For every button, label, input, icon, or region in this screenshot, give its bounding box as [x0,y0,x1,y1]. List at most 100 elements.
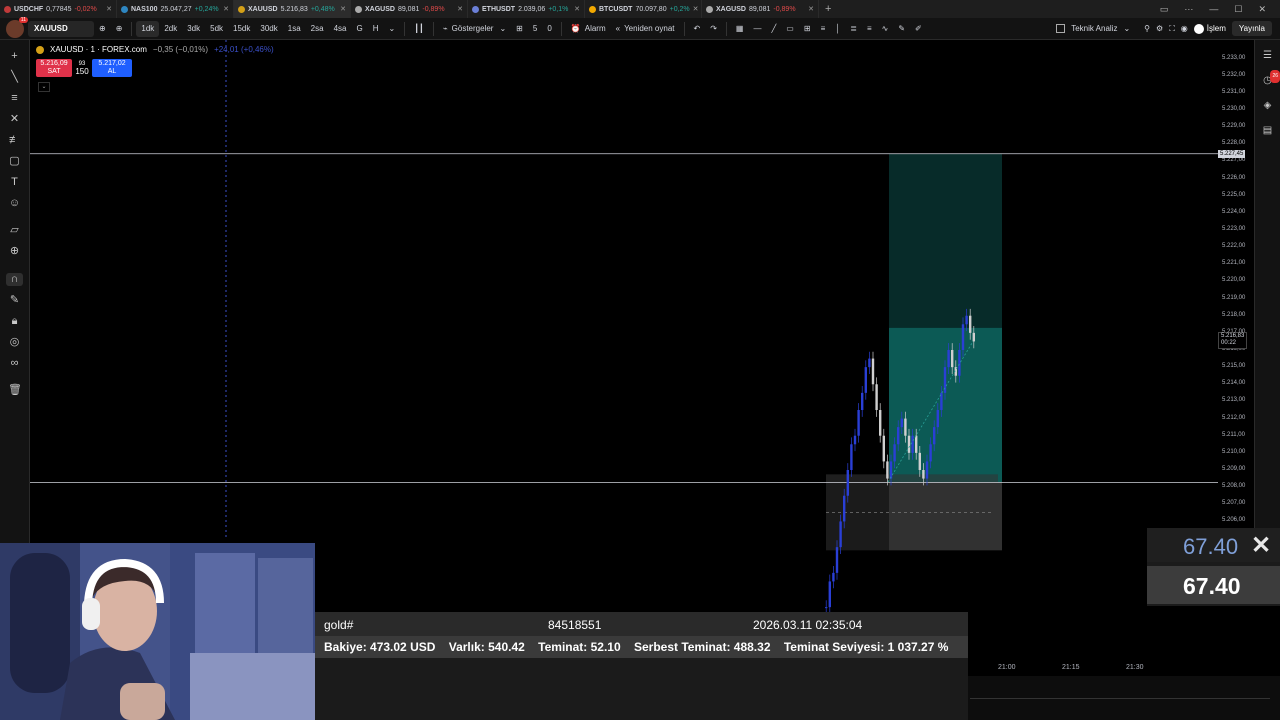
close-icon[interactable]: ✕ [223,5,229,13]
text-tool-icon[interactable]: T [8,176,21,189]
vertical-line-icon[interactable]: │ [830,18,845,40]
chevron-down-icon[interactable]: ⌄ [1123,24,1130,33]
tab-5[interactable]: BTCUSDT 70.097,80 +0,2% ✕ [585,0,702,18]
candle-body [850,444,853,470]
candle-body [832,572,835,582]
close-icon[interactable]: ✕ [693,5,699,13]
crosshair-icon[interactable]: + [8,50,21,63]
symbol-search[interactable]: XAUUSD [28,20,94,37]
close-icon[interactable]: ✕ [340,5,346,13]
time-axis[interactable]: 21:00 21:15 21:30 [968,660,1218,676]
emoji-tool-icon[interactable]: ☺ [8,197,21,210]
lines-icon[interactable]: ≡ [816,18,831,40]
tab-2[interactable]: XAUUSD 5.216,83 +0,48% ✕ [234,0,351,18]
fib-tool-icon[interactable]: ≡ [8,92,21,105]
trade-button[interactable]: İşlem [1193,23,1226,34]
timeframe-5[interactable]: 30dk [255,18,282,40]
sell-button[interactable]: 5.216,09 SAT [36,59,72,77]
eye-icon[interactable]: ◎ [8,336,21,349]
draw-mode-icon[interactable]: ✎ [8,294,21,307]
maximize-button[interactable]: ☐ [1234,4,1242,15]
fib-icon[interactable]: ≣ [845,18,862,40]
indicators-button[interactable]: ⌁ Göstergeler ⌄ [438,18,511,40]
compare-icon[interactable]: ⊕ [94,18,111,40]
pattern-tool-icon[interactable]: ✕ [8,113,21,126]
timeframe-10[interactable]: H [368,18,384,40]
candle-type-icon[interactable]: ┃┃ [409,18,429,40]
replay-button[interactable]: « Yeniden oynat [611,18,680,40]
buy-button[interactable]: 5.217,02 AL [92,59,132,77]
chevron-down-icon[interactable]: ⌄ [38,82,50,92]
alerts-icon[interactable]: ◷ 26 [1261,70,1280,87]
layout-grid-icon[interactable]: ⊞ [799,18,816,40]
chat-icon[interactable]: ▤ [1261,124,1274,137]
gear-icon[interactable]: ⚙ [1156,24,1163,33]
timeframe-4[interactable]: 15dk [228,18,255,40]
close-icon[interactable]: ✕ [808,5,814,13]
link-icon[interactable]: ∞ [8,357,21,370]
pen-icon[interactable]: ✐ [910,18,927,40]
ruler-icon[interactable]: ▱ [8,224,21,237]
chevron-down-icon[interactable]: ⌄ [383,18,400,40]
timeframe-7[interactable]: 2sa [306,18,329,40]
tab-1[interactable]: NAS100 25.047,27 +0,24% ✕ [117,0,234,18]
trend-line-tool-icon[interactable]: ╲ [8,71,21,84]
undo-icon[interactable]: ↶ [689,18,706,40]
forecast-tool-icon[interactable]: ≢ [8,134,21,147]
redo-icon[interactable]: ↷ [705,18,722,40]
checkbox-icon[interactable] [1056,24,1066,33]
tab-6[interactable]: XAGUSD 89,081 -0,89% ✕ [702,0,819,18]
tab-4[interactable]: ETHUSDT 2.039,06 +0,1% ✕ [468,0,585,18]
close-icon[interactable]: ✕ [574,5,580,13]
camera-icon[interactable]: ◉ [1181,24,1188,33]
layout-icon[interactable]: ▭ [1160,4,1169,15]
alarm-button[interactable]: ⏰ Alarm [566,18,611,40]
timeframe-2[interactable]: 3dk [182,18,205,40]
lock-icon[interactable]: 🔒︎ [8,315,21,328]
grid-icon[interactable]: ▦ [731,18,749,40]
timeframe-8[interactable]: 4sa [329,18,352,40]
shape-tool-icon[interactable]: ▢ [8,155,21,168]
close-icon[interactable]: ✕ [106,5,112,13]
avatar[interactable]: 11 [6,16,28,38]
magnet-icon[interactable]: ∩ [6,273,23,286]
counter-a[interactable]: 5 [528,18,542,40]
close-window-button[interactable]: ✕ [1258,4,1266,15]
pitchfork-icon[interactable]: ≡ [862,18,877,40]
trash-icon[interactable]: 🗑︎ [8,384,22,397]
timeframe-0[interactable]: 1dk [136,20,160,37]
tab-3[interactable]: XAGUSD 89,081 -0,89% ✕ [351,0,468,18]
templates-icon[interactable]: ⊞ [511,18,528,40]
timeframe-3[interactable]: 5dk [205,18,228,40]
trend-line-icon[interactable]: ╱ [766,18,781,40]
close-position-icon[interactable]: ✕ [1251,531,1271,560]
timeframe-9[interactable]: G [351,18,367,40]
layers-icon[interactable]: ◈ [1261,99,1274,112]
close-icon[interactable]: ✕ [457,5,463,13]
technical-analysis-label[interactable]: Teknik Analiz [1071,24,1117,33]
sell-price: 5.216,09 [40,60,68,67]
price-label: 5.220,00 [1222,277,1246,284]
position-row[interactable]: gold# 84518551 2026.03.11 02:35:04 [315,612,968,636]
counter-b[interactable]: 0 [542,18,556,40]
add-symbol-icon[interactable]: ⊕ [111,18,128,40]
position-time: 2026.03.11 02:35:04 [753,618,863,632]
add-tab-button[interactable]: + [819,3,837,15]
tab-0[interactable]: USDCHF 0,77845 -0,02% ✕ [0,0,117,18]
zoom-icon[interactable]: ⊕ [8,245,21,258]
minimize-button[interactable]: — [1209,4,1218,14]
path-icon[interactable]: ∿ [877,18,894,40]
candle-body [947,350,950,368]
more-icon[interactable]: ··· [1184,4,1193,14]
horizontal-line-icon[interactable]: — [748,18,766,40]
fullscreen-icon[interactable]: ⛶ [1169,24,1175,34]
search-icon[interactable]: ⚲ [1144,24,1150,33]
brush-icon[interactable]: ✎ [893,18,910,40]
timeframe-1[interactable]: 2dk [159,18,182,40]
candle-body [900,418,903,428]
price-label: 5.229,00 [1222,123,1246,130]
rectangle-icon[interactable]: ▭ [781,18,799,40]
watchlist-icon[interactable]: ☰ [1261,49,1274,62]
publish-button[interactable]: Yayınla [1231,21,1272,36]
timeframe-6[interactable]: 1sa [283,18,306,40]
